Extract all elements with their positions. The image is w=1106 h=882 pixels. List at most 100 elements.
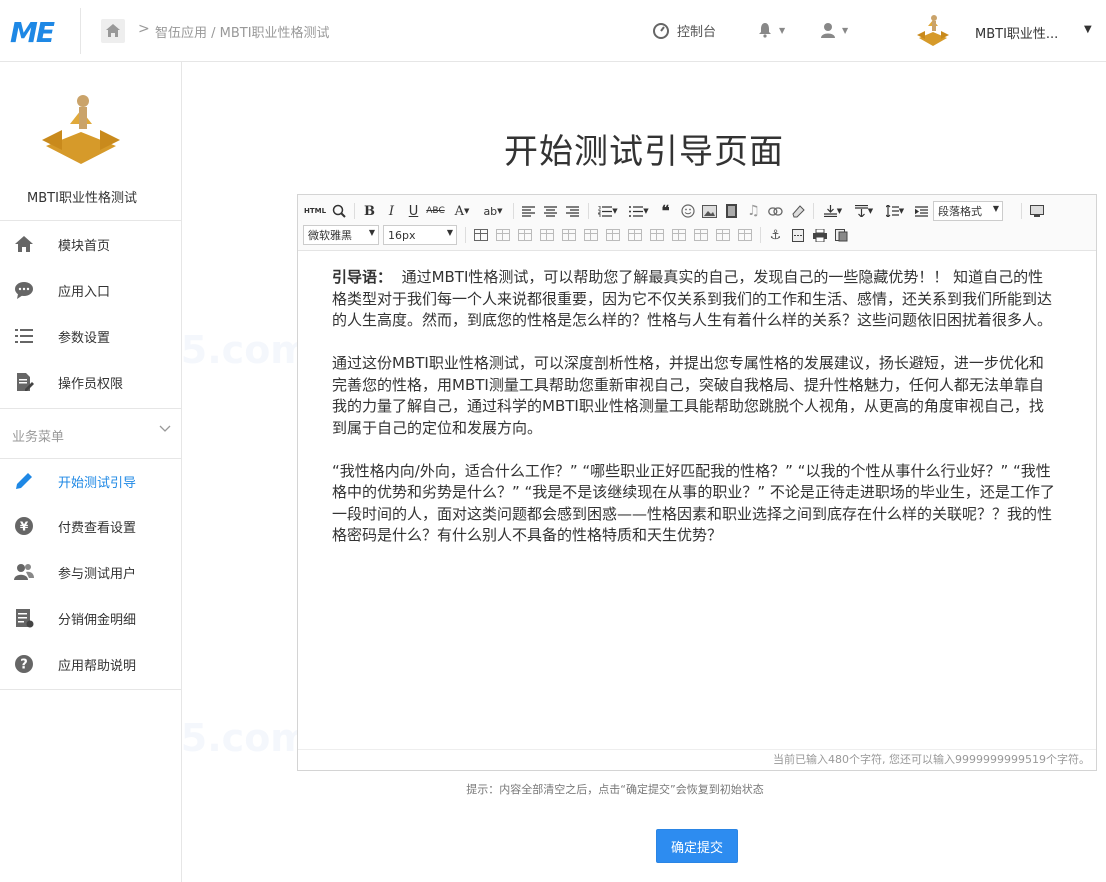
- chat-icon: [15, 282, 33, 299]
- align-center-button[interactable]: [540, 201, 561, 221]
- align-right-button[interactable]: [562, 201, 583, 221]
- preview-icon: [835, 228, 848, 241]
- user-menu-button[interactable]: ▼: [820, 22, 848, 38]
- content-paragraph: “我性格内向/外向，适合什么工作？” “哪些职业正好匹配我的性格？” “以我的个…: [332, 461, 1055, 545]
- blockquote-button[interactable]: ❝: [655, 201, 676, 221]
- toolbar-row: HTML B I U ABC A ▼ ab ▼ ▼ ▼ ❝ ♫ ▼ ▼ ▼ 段落…: [303, 200, 1048, 222]
- print-button[interactable]: [809, 225, 830, 245]
- sidebar-item-test-users[interactable]: 参与测试用户: [0, 549, 181, 595]
- table-row-icon: [495, 229, 510, 241]
- align-center-icon: [544, 205, 557, 217]
- line-height-button[interactable]: ▼: [880, 201, 910, 221]
- image-icon: [702, 204, 717, 218]
- font-family-value: 微软雅黑: [308, 229, 352, 242]
- insert-music-button[interactable]: ♫: [743, 201, 764, 221]
- merge-down-button[interactable]: [668, 225, 689, 245]
- toolbar-row: 微软雅黑 ▼ 16px ▼ ⚓: [303, 224, 853, 246]
- unordered-list-button[interactable]: ▼: [624, 201, 654, 221]
- insert-row-before-button[interactable]: [492, 225, 513, 245]
- table-col-icon: [561, 229, 576, 241]
- insert-col-after-button[interactable]: [580, 225, 601, 245]
- top-bar: ME > 智伍应用 / MBTI职业性格测试 控制台 ▼ ▼ MBTI职业性..…: [0, 0, 1106, 62]
- spacing-top-icon: [823, 205, 837, 217]
- font-family-select[interactable]: 微软雅黑 ▼: [303, 225, 379, 245]
- submit-button[interactable]: 确定提交: [656, 829, 738, 863]
- indent-button[interactable]: [911, 201, 932, 221]
- chevron-down-icon[interactable]: [158, 422, 172, 436]
- table-merge-icon: [627, 229, 642, 241]
- caret-down-icon: ▼: [992, 204, 999, 213]
- table-col-icon: [583, 229, 598, 241]
- page-break-button[interactable]: [787, 225, 808, 245]
- sidebar-item-help[interactable]: ? 应用帮助说明: [0, 641, 181, 687]
- insert-image-button[interactable]: [699, 201, 720, 221]
- insert-row-after-button[interactable]: [514, 225, 535, 245]
- row-spacing-bottom-button[interactable]: ▼: [849, 201, 879, 221]
- paragraph-format-select[interactable]: 段落格式 ▼: [933, 201, 1003, 221]
- app-switcher-label[interactable]: MBTI职业性...: [975, 23, 1067, 42]
- html-source-button[interactable]: HTML: [303, 201, 327, 221]
- underline-button[interactable]: U: [403, 201, 424, 221]
- background-color-button[interactable]: ab ▼: [478, 201, 508, 221]
- row-spacing-top-button[interactable]: ▼: [818, 201, 848, 221]
- align-left-button[interactable]: [518, 201, 539, 221]
- emoji-button[interactable]: [677, 201, 698, 221]
- insert-video-button[interactable]: [721, 201, 742, 221]
- preview-button[interactable]: [831, 225, 852, 245]
- rich-text-editor[interactable]: HTML B I U ABC A ▼ ab ▼ ▼ ▼ ❝ ♫ ▼ ▼ ▼ 段落…: [297, 194, 1097, 771]
- caret-down-icon: ▼: [368, 228, 375, 237]
- editor-content[interactable]: 引导语： 通过MBTI性格测试，可以帮助您了解最真实的自己，发现自己的一些隐藏优…: [332, 267, 1057, 568]
- sidebar-item-payment-settings[interactable]: ¥ 付费查看设置: [0, 503, 181, 549]
- fullscreen-button[interactable]: [1026, 201, 1047, 221]
- find-replace-button[interactable]: [328, 201, 349, 221]
- content-paragraph: 引导语： 通过MBTI性格测试，可以帮助您了解最真实的自己，发现自己的一些隐藏优…: [332, 267, 1057, 332]
- caret-down-icon[interactable]: ▼: [1084, 24, 1092, 35]
- table-split-icon: [715, 229, 730, 241]
- merge-cells-button[interactable]: [624, 225, 645, 245]
- search-icon: [332, 204, 346, 218]
- ordered-list-button[interactable]: ▼: [593, 201, 623, 221]
- unordered-list-icon: [629, 205, 644, 217]
- link-icon: [768, 206, 783, 216]
- align-left-icon: [522, 205, 535, 217]
- font-color-button[interactable]: A ▼: [447, 201, 477, 221]
- table-split-icon: [693, 229, 708, 241]
- hint-text: 提示：内容全部清空之后，点击“确定提交”会恢复到初始状态: [466, 783, 764, 796]
- breadcrumb[interactable]: 智伍应用 / MBTI职业性格测试: [155, 22, 330, 41]
- insert-table-button[interactable]: [470, 225, 491, 245]
- merge-right-button[interactable]: [646, 225, 667, 245]
- sidebar-item-commission-details[interactable]: 分销佣金明细: [0, 595, 181, 641]
- bold-button[interactable]: B: [359, 201, 380, 221]
- insert-col-before-button[interactable]: [558, 225, 579, 245]
- strikethrough-button[interactable]: ABC: [425, 201, 446, 221]
- split-cols-button[interactable]: [734, 225, 755, 245]
- eraser-button[interactable]: [787, 201, 808, 221]
- home-button[interactable]: [101, 19, 125, 43]
- users-icon: [14, 564, 34, 580]
- italic-button[interactable]: I: [381, 201, 402, 221]
- insert-link-button[interactable]: [765, 201, 786, 221]
- anchor-button[interactable]: ⚓: [765, 225, 786, 245]
- sidebar-item-app-entry[interactable]: 应用入口: [0, 267, 181, 313]
- brand-logo[interactable]: ME: [10, 16, 55, 49]
- app-logo-icon[interactable]: [916, 14, 950, 48]
- sidebar-item-start-test-guide[interactable]: 开始测试引导: [0, 458, 181, 504]
- delete-row-button[interactable]: [536, 225, 557, 245]
- notifications-button[interactable]: ▼: [757, 22, 785, 38]
- delete-col-button[interactable]: [602, 225, 623, 245]
- split-rows-button[interactable]: [712, 225, 733, 245]
- dashboard-icon: [653, 22, 669, 39]
- page-break-icon: [791, 228, 804, 242]
- sidebar-section-title[interactable]: 业务菜单: [12, 426, 64, 445]
- sidebar-item-label: 参与测试用户: [58, 567, 137, 582]
- indent-icon: [915, 205, 928, 217]
- sidebar-item-module-home[interactable]: 模块首页: [0, 221, 181, 267]
- home-icon: [15, 236, 33, 252]
- split-cells-button[interactable]: [690, 225, 711, 245]
- sidebar-item-settings[interactable]: 参数设置: [0, 313, 181, 359]
- font-size-select[interactable]: 16px ▼: [383, 225, 457, 245]
- paragraph-text: 通过MBTI性格测试，可以帮助您了解最真实的自己，发现自己的一些隐藏优势！！ 知…: [332, 268, 1053, 329]
- console-link[interactable]: 控制台: [653, 21, 716, 40]
- sidebar-item-operator-permissions[interactable]: 操作员权限: [0, 359, 181, 405]
- table-merge-icon: [649, 229, 664, 241]
